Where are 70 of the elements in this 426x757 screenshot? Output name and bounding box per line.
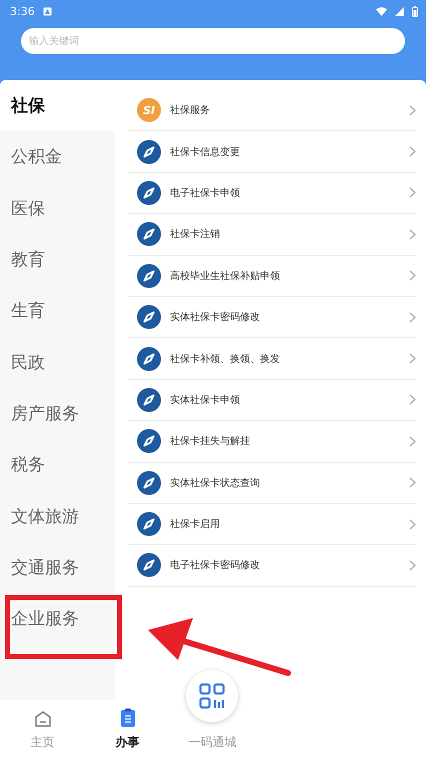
signal-icon — [395, 6, 404, 16]
service-row[interactable]: 社保卡挂失与解挂 — [128, 421, 416, 463]
chevron-right-icon — [409, 146, 416, 158]
service-label: 社保服务 — [170, 104, 211, 118]
nav-tab[interactable]: 办事 — [85, 708, 170, 757]
sidebar-item[interactable]: 房产服务 — [0, 388, 115, 440]
chevron-right-icon — [409, 228, 416, 240]
chevron-right-icon — [409, 518, 416, 530]
sidebar-item[interactable]: 民政 — [0, 336, 115, 388]
service-label: 社保卡启用 — [170, 518, 221, 532]
service-label: 实体社保卡申领 — [170, 394, 241, 407]
compass-icon — [137, 346, 161, 371]
wifi-icon — [376, 6, 387, 16]
notification-icon — [42, 6, 52, 16]
battery-icon — [412, 6, 418, 16]
compass-icon — [137, 429, 161, 454]
service-row[interactable]: SI 社保服务 — [128, 90, 416, 132]
compass-icon — [137, 553, 161, 578]
service-row[interactable]: 社保卡信息变更 — [128, 131, 416, 173]
home-icon — [34, 710, 52, 728]
sidebar-item[interactable]: 交通服务 — [0, 542, 115, 593]
service-row[interactable]: 社保卡启用 — [128, 504, 416, 546]
service-label: 电子社保卡密码修改 — [170, 558, 261, 572]
sidebar-item[interactable]: 生育 — [0, 285, 115, 336]
compass-icon — [137, 305, 161, 330]
service-label: 实体社保卡状态查询 — [170, 476, 261, 490]
chevron-right-icon — [409, 104, 416, 116]
compass-icon — [137, 222, 161, 246]
chevron-right-icon — [409, 270, 416, 282]
service-label: 高校毕业生社保补贴申领 — [170, 270, 281, 283]
clipboard-icon — [120, 708, 136, 728]
service-row[interactable]: 高校毕业生社保补贴申领 — [128, 256, 416, 297]
chevron-right-icon — [409, 312, 416, 323]
sidebar-item[interactable]: 教育 — [0, 234, 115, 286]
chevron-right-icon — [409, 353, 416, 364]
service-row[interactable]: 电子社保卡申领 — [128, 172, 416, 214]
sidebar-item[interactable]: 企业服务 — [0, 592, 115, 644]
service-row[interactable]: 社保卡注销 — [128, 214, 416, 256]
service-label: 实体社保卡密码修改 — [170, 310, 261, 324]
compass-icon — [137, 180, 161, 205]
chevron-right-icon — [409, 560, 416, 571]
chevron-right-icon — [409, 187, 416, 198]
qr-button[interactable] — [186, 670, 238, 722]
sidebar-item[interactable]: 社保 — [0, 80, 115, 132]
service-badge: SI — [137, 98, 161, 122]
service-row[interactable]: 实体社保卡申领 — [128, 380, 416, 422]
sidebar-item[interactable]: 公积金 — [0, 131, 115, 183]
sidebar-item[interactable]: 医保 — [0, 182, 115, 234]
service-label: 电子社保卡申领 — [170, 186, 241, 200]
service-label: 社保卡挂失与解挂 — [170, 434, 251, 448]
search-field[interactable]: 输入关键词 — [21, 28, 405, 54]
compass-icon — [137, 264, 161, 288]
compass-icon — [137, 388, 161, 412]
service-label: 社保卡注销 — [170, 228, 221, 242]
compass-icon — [137, 140, 161, 164]
service-row[interactable]: 电子社保卡密码修改 — [128, 545, 416, 587]
sidebar-item[interactable]: 税务 — [0, 439, 115, 490]
service-row[interactable]: 实体社保卡密码修改 — [128, 296, 416, 338]
chevron-right-icon — [409, 477, 416, 488]
service-label: 社保卡信息变更 — [170, 146, 241, 159]
chevron-right-icon — [409, 436, 416, 447]
status-time: 3:36 — [10, 4, 35, 18]
chevron-right-icon — [409, 394, 416, 406]
service-row[interactable]: 实体社保卡状态查询 — [128, 462, 416, 504]
qr-code-icon — [199, 683, 225, 709]
service-row[interactable]: 社保卡补领、换领、换发 — [128, 338, 416, 380]
service-label: 社保卡补领、换领、换发 — [170, 352, 281, 366]
compass-icon — [137, 470, 161, 495]
sidebar-item[interactable]: 文体旅游 — [0, 490, 115, 542]
compass-icon — [137, 512, 161, 536]
